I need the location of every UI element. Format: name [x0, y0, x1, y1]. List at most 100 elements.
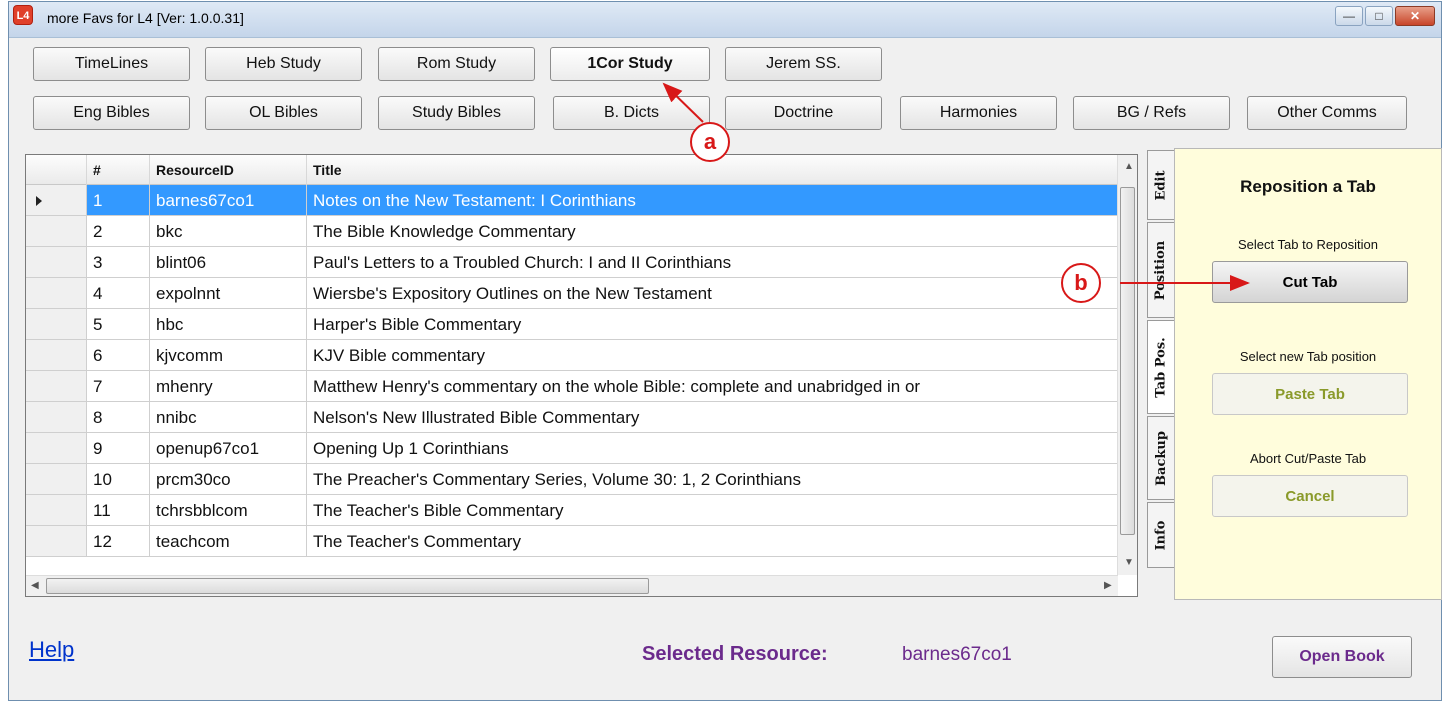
cell-resourceid[interactable]: prcm30co — [150, 464, 307, 495]
cell-resourceid[interactable]: hbc — [150, 309, 307, 340]
maximize-icon[interactable]: □ — [1365, 6, 1393, 26]
tab-heb-study[interactable]: Heb Study — [205, 47, 362, 81]
table-row[interactable]: 8 nnibc Nelson's New Illustrated Bible Com… — [26, 402, 1118, 433]
scroll-right-icon[interactable]: ▶ — [1104, 580, 1112, 591]
row-selector[interactable] — [26, 402, 87, 433]
cell-resourceid[interactable]: mhenry — [150, 371, 307, 402]
tab-bg-refs[interactable]: BG / Refs — [1073, 96, 1230, 130]
cell-title[interactable]: Harper's Bible Commentary — [307, 309, 1118, 340]
side-tab-backup[interactable]: Backup — [1147, 416, 1175, 500]
tab-other-comms[interactable]: Other Comms — [1247, 96, 1407, 130]
tab-b-dicts[interactable]: B. Dicts — [553, 96, 710, 130]
row-selector[interactable] — [26, 526, 87, 557]
cell-number[interactable]: 5 — [87, 309, 150, 340]
help-link[interactable]: Help — [29, 637, 74, 663]
row-selector[interactable] — [26, 495, 87, 526]
cancel-button[interactable]: Cancel — [1212, 475, 1408, 517]
tab-jerem-ss[interactable]: Jerem SS. — [725, 47, 882, 81]
cell-resourceid[interactable]: blint06 — [150, 247, 307, 278]
tab-rom-study[interactable]: Rom Study — [378, 47, 535, 81]
table-row[interactable]: 6 kjvcomm KJV Bible commentary — [26, 340, 1118, 371]
cell-number[interactable]: 10 — [87, 464, 150, 495]
cell-title[interactable]: Wiersbe's Expository Outlines on the New… — [307, 278, 1118, 309]
tab-doctrine[interactable]: Doctrine — [725, 96, 882, 130]
row-selector[interactable] — [26, 340, 87, 371]
row-selector[interactable] — [26, 371, 87, 402]
cell-resourceid[interactable]: expolnnt — [150, 278, 307, 309]
table-row[interactable]: 10 prcm30co The Preacher's Commentary Seri… — [26, 464, 1118, 495]
column-header-number[interactable]: # — [87, 155, 150, 185]
grid-header: # ResourceID Title — [26, 155, 1118, 185]
cell-number[interactable]: 7 — [87, 371, 150, 402]
cell-title[interactable]: The Teacher's Commentary — [307, 526, 1118, 557]
cell-number[interactable]: 1 — [87, 185, 150, 216]
row-selector[interactable] — [26, 309, 87, 340]
vertical-scroll-thumb[interactable] — [1120, 187, 1135, 535]
cell-number[interactable]: 2 — [87, 216, 150, 247]
row-selector[interactable] — [26, 433, 87, 464]
cell-resourceid[interactable]: openup67co1 — [150, 433, 307, 464]
vertical-scrollbar[interactable]: ▲ ▼ — [1117, 155, 1137, 575]
cell-title[interactable]: Matthew Henry's commentary on the whole … — [307, 371, 1118, 402]
minimize-icon[interactable]: — — [1335, 6, 1363, 26]
cell-title[interactable]: KJV Bible commentary — [307, 340, 1118, 371]
row-selector[interactable] — [26, 464, 87, 495]
side-tab-edit[interactable]: Edit — [1147, 150, 1175, 220]
cell-number[interactable]: 6 — [87, 340, 150, 371]
cell-number[interactable]: 8 — [87, 402, 150, 433]
selected-resource-label: Selected Resource: — [642, 643, 828, 665]
column-header-resourceid[interactable]: ResourceID — [150, 155, 307, 185]
scroll-down-icon[interactable]: ▼ — [1124, 557, 1134, 568]
table-row[interactable]: 5 hbc Harper's Bible Commentary — [26, 309, 1118, 340]
table-row[interactable]: 3 blint06 Paul's Letters to a Troubled Chu… — [26, 247, 1118, 278]
cell-title[interactable]: The Teacher's Bible Commentary — [307, 495, 1118, 526]
cut-tab-button[interactable]: Cut Tab — [1212, 261, 1408, 303]
table-row[interactable]: 12 teachcom The Teacher's Commentary — [26, 526, 1118, 557]
cell-number[interactable]: 12 — [87, 526, 150, 557]
tab-ol-bibles[interactable]: OL Bibles — [205, 96, 362, 130]
table-row[interactable]: 11 tchrsbblcom The Teacher's Bible Comment… — [26, 495, 1118, 526]
tab-eng-bibles[interactable]: Eng Bibles — [33, 96, 190, 130]
cell-number[interactable]: 9 — [87, 433, 150, 464]
cell-number[interactable]: 4 — [87, 278, 150, 309]
cell-title[interactable]: Notes on the New Testament: I Corinthian… — [307, 185, 1118, 216]
side-tab-info[interactable]: Info — [1147, 502, 1175, 568]
tab-study-bibles[interactable]: Study Bibles — [378, 96, 535, 130]
row-selector[interactable] — [26, 185, 87, 216]
cell-title[interactable]: The Preacher's Commentary Series, Volume… — [307, 464, 1118, 495]
resource-grid[interactable]: # ResourceID Title 1 barnes67co1 Notes on … — [25, 154, 1138, 597]
open-book-button[interactable]: Open Book — [1272, 636, 1412, 678]
close-icon[interactable]: ✕ — [1395, 6, 1435, 26]
cell-number[interactable]: 3 — [87, 247, 150, 278]
row-selector[interactable] — [26, 278, 87, 309]
scroll-left-icon[interactable]: ◀ — [31, 580, 39, 591]
side-tab-position[interactable]: Position — [1147, 222, 1175, 318]
horizontal-scrollbar[interactable]: ◀ ▶ — [26, 575, 1118, 596]
paste-tab-button[interactable]: Paste Tab — [1212, 373, 1408, 415]
tab-harmonies[interactable]: Harmonies — [900, 96, 1057, 130]
cell-title[interactable]: Paul's Letters to a Troubled Church: I a… — [307, 247, 1118, 278]
title-bar[interactable]: L4 more Favs for L4 [Ver: 1.0.0.31] — □ … — [9, 2, 1441, 38]
table-row[interactable]: 7 mhenry Matthew Henry's commentary on the… — [26, 371, 1118, 402]
cell-resourceid[interactable]: bkc — [150, 216, 307, 247]
cell-title[interactable]: The Bible Knowledge Commentary — [307, 216, 1118, 247]
tab-1cor-study[interactable]: 1Cor Study — [550, 47, 710, 81]
table-row[interactable]: 9 openup67co1 Opening Up 1 Corinthians — [26, 433, 1118, 464]
cell-resourceid[interactable]: teachcom — [150, 526, 307, 557]
cell-resourceid[interactable]: nnibc — [150, 402, 307, 433]
scroll-up-icon[interactable]: ▲ — [1124, 161, 1134, 172]
cell-title[interactable]: Nelson's New Illustrated Bible Commentar… — [307, 402, 1118, 433]
cell-resourceid[interactable]: barnes67co1 — [150, 185, 307, 216]
table-row[interactable]: 4 expolnnt Wiersbe's Expository Outlines o… — [26, 278, 1118, 309]
table-row[interactable]: 2 bkc The Bible Knowledge Commentary — [26, 216, 1118, 247]
cell-title[interactable]: Opening Up 1 Corinthians — [307, 433, 1118, 464]
row-selector[interactable] — [26, 247, 87, 278]
tab-timelines[interactable]: TimeLines — [33, 47, 190, 81]
horizontal-scroll-thumb[interactable] — [46, 578, 649, 594]
cell-resourceid[interactable]: tchrsbblcom — [150, 495, 307, 526]
side-tab-tab-pos[interactable]: Tab Pos. — [1147, 320, 1175, 414]
cell-number[interactable]: 11 — [87, 495, 150, 526]
cell-resourceid[interactable]: kjvcomm — [150, 340, 307, 371]
table-row[interactable]: 1 barnes67co1 Notes on the New Testament: … — [26, 185, 1118, 216]
row-selector[interactable] — [26, 216, 87, 247]
